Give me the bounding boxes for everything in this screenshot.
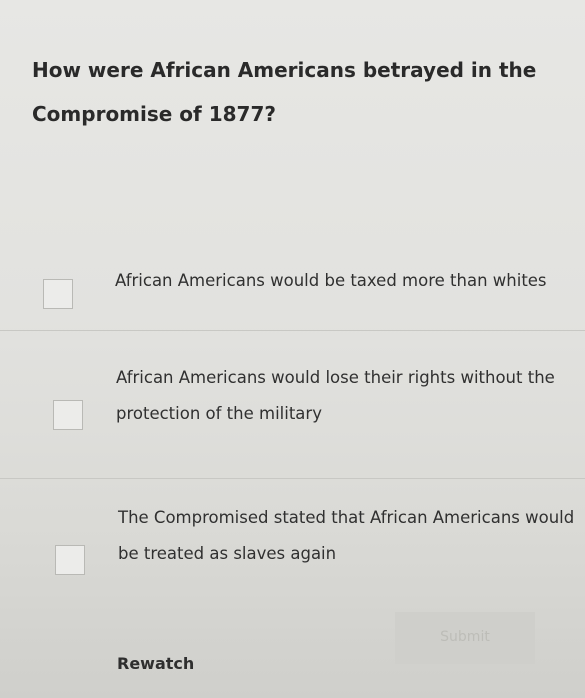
- option-3-label: The Compromised stated that African Amer…: [118, 508, 575, 563]
- option-2-label: African Americans would lose their right…: [116, 368, 555, 423]
- answer-option-3[interactable]: The Compromised stated that African Amer…: [0, 500, 585, 600]
- option-1-label: African Americans would be taxed more th…: [115, 271, 547, 290]
- option-divider: [0, 330, 585, 331]
- rewatch-link[interactable]: Rewatch: [117, 654, 194, 673]
- checkbox-option-3[interactable]: [55, 545, 85, 575]
- checkbox-option-1[interactable]: [43, 279, 73, 309]
- question-text: How were African Americans betrayed in t…: [32, 58, 537, 126]
- option-divider: [0, 478, 585, 479]
- checkbox-option-2[interactable]: [53, 400, 83, 430]
- quiz-page: How were African Americans betrayed in t…: [0, 0, 585, 698]
- answer-option-1[interactable]: African Americans would be taxed more th…: [0, 255, 585, 325]
- answer-option-2[interactable]: African Americans would lose their right…: [0, 355, 585, 455]
- submit-button[interactable]: Submit: [420, 622, 510, 652]
